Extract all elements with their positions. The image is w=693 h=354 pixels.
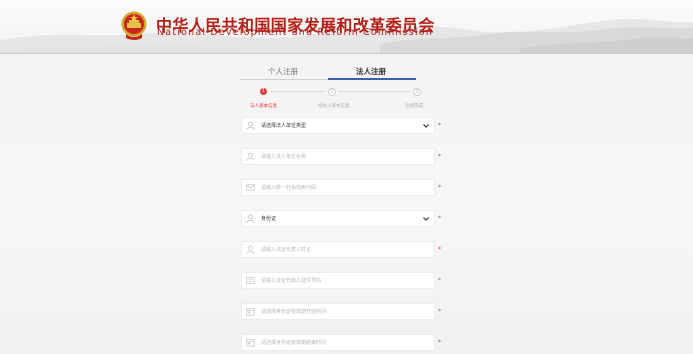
step-1-label: 法人基本信息 (250, 104, 277, 109)
org-name-input[interactable]: 请输入法人单位名称 (241, 148, 435, 165)
id-type-select[interactable]: 身份证 (241, 210, 435, 227)
progress-steps: 1 2 3 法人基本信息 经办人基本信息 注册完成 (250, 88, 450, 112)
rep-name-placeholder: 请输入法定代表人姓名 (261, 247, 312, 253)
step-2-label: 经办人基本信息 (318, 104, 350, 109)
rep-id-number-placeholder: 请输入法定代表人证件号码 (261, 278, 322, 284)
step-connector (339, 91, 411, 92)
active-tab-indicator (328, 78, 416, 80)
card-icon (246, 276, 255, 285)
step-1-circle: 1 (260, 88, 267, 95)
step-3-circle: 3 (413, 88, 421, 96)
required-mark: * (438, 215, 441, 222)
national-emblem-icon (121, 11, 147, 40)
credit-code-placeholder: 请输入统一社会信用代码 (261, 185, 317, 191)
required-mark: * (438, 122, 441, 129)
step-3-label: 注册完成 (405, 104, 423, 109)
user-icon (246, 245, 255, 254)
site-header: 中华人民共和国国家发展和改革委员会 National Development a… (0, 0, 693, 54)
org-name-placeholder: 请输入法人单位名称 (261, 154, 307, 160)
id-valid-start-placeholder: 请选择身份证有效期开始时间 (261, 309, 327, 315)
envelope-icon (246, 184, 255, 191)
site-subtitle: National Development and Reform Commissi… (157, 27, 434, 38)
required-mark: * (438, 153, 441, 160)
calendar-icon (246, 307, 255, 316)
org-type-select[interactable]: 请选择法人单位类型 (241, 117, 435, 134)
rep-name-input[interactable]: 请输入法定代表人姓名 (241, 241, 435, 258)
step-2-circle: 2 (328, 88, 336, 96)
id-valid-end-input[interactable]: 请选择身份证有效期结束时间 (241, 334, 435, 351)
id-valid-start-input[interactable]: 请选择身份证有效期开始时间 (241, 303, 435, 320)
required-mark: * (438, 246, 441, 253)
required-mark: * (438, 184, 441, 191)
credit-code-input[interactable]: 请输入统一社会信用代码 (241, 179, 435, 196)
rep-id-number-input[interactable]: 请输入法定代表人证件号码 (241, 272, 435, 289)
chevron-down-icon (423, 124, 429, 128)
user-icon (246, 214, 255, 223)
calendar-icon (246, 338, 255, 347)
org-type-value: 请选择法人单位类型 (261, 123, 307, 129)
id-valid-end-placeholder: 请选择身份证有效期结束时间 (261, 340, 327, 346)
chevron-down-icon (423, 217, 429, 221)
required-mark: * (438, 339, 441, 346)
required-mark: * (438, 308, 441, 315)
registration-tabs: 个人注册 法人注册 (240, 66, 416, 82)
user-icon (246, 152, 255, 161)
id-type-value: 身份证 (261, 216, 277, 222)
user-icon (246, 121, 255, 130)
required-mark: * (438, 277, 441, 284)
step-connector (271, 91, 325, 92)
